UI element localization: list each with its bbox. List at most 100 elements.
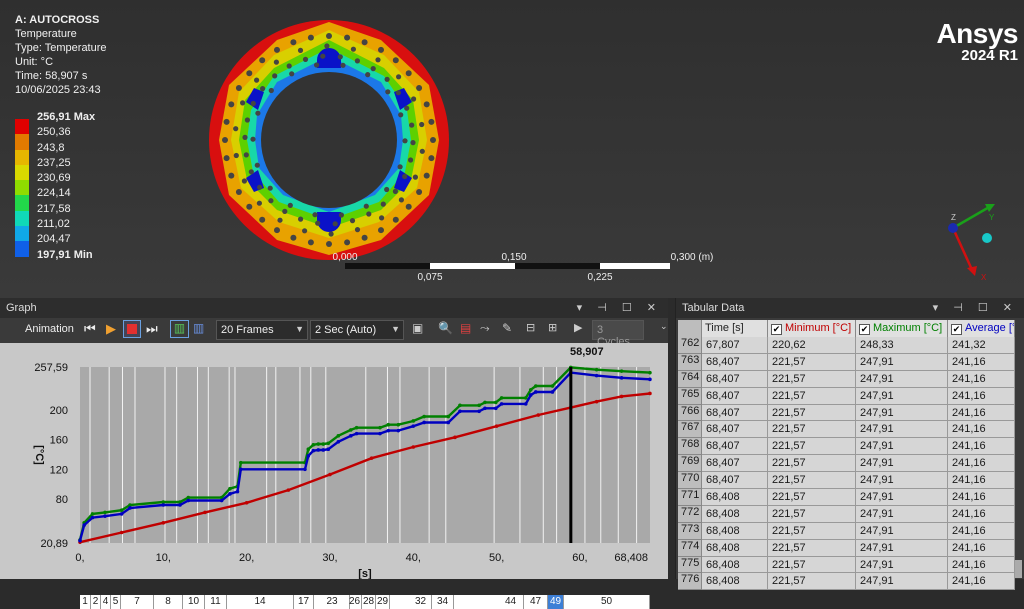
disc-hole (268, 198, 274, 204)
frame-cell[interactable]: 47 (524, 595, 548, 609)
disc-hole (402, 173, 408, 180)
frame-cell[interactable]: 34 (432, 595, 454, 609)
col-header-maximum[interactable]: ✔ Maximum [°C] (856, 320, 948, 337)
disc-hole (314, 62, 320, 68)
table-row[interactable]: 767 68,407 221,57 247,91 241,16 (678, 421, 1015, 439)
frame-cell[interactable]: 28 (362, 595, 376, 609)
tabular-data-table[interactable]: Time [s] ✔ Minimum [°C] ✔ Maximum [°C] ✔ Av… (678, 320, 1015, 591)
disc-hole (254, 77, 260, 83)
disc-hole (354, 227, 361, 233)
table-cell: 68,407 (702, 404, 768, 422)
frame-cell[interactable]: 10 (183, 595, 205, 609)
triad-y-label: Y (989, 213, 995, 222)
table-row[interactable]: 765 68,407 221,57 247,91 241,16 (678, 387, 1015, 405)
data-point-maximum (594, 367, 599, 372)
cycles-icon[interactable]: ▶︎ (574, 321, 582, 339)
data-point-average (119, 512, 124, 516)
table-row[interactable]: 770 68,407 221,57 247,91 241,16 (678, 472, 1015, 490)
table-row[interactable]: 776 68,408 221,57 247,91 241,16 (678, 573, 1015, 591)
frame-cell[interactable]: 7 (121, 595, 154, 609)
data-point-average (82, 523, 86, 527)
table-row[interactable]: 766 68,407 221,57 247,91 241,16 (678, 404, 1015, 422)
data-point-average (228, 492, 232, 496)
table-row[interactable]: 774 68,408 221,57 247,91 241,16 (678, 539, 1015, 557)
plot-area[interactable]: 20,89 80 120 160 200 257,59 0, 10, 20, 30, 40, 50, 6… (0, 343, 668, 609)
average-checkbox[interactable]: ✔ (951, 324, 962, 335)
table-cell: 68,407 (702, 421, 768, 439)
frame-cell[interactable]: 26 (348, 595, 362, 609)
frame-cell[interactable]: 49 (548, 595, 564, 609)
play-icon[interactable]: ▶ (106, 321, 116, 339)
toolbar-overflow-icon[interactable]: ⌄ (660, 321, 668, 339)
table-row[interactable]: 763 68,407 221,57 247,91 241,16 (678, 353, 1015, 371)
cycles-input[interactable]: 3 Cycles (592, 320, 644, 348)
frame-cell[interactable]: 11 (205, 595, 227, 609)
table-row[interactable]: 773 68,408 221,57 247,91 241,16 (678, 522, 1015, 540)
disc-hole (384, 76, 390, 82)
frame-cell[interactable]: 4 (101, 595, 111, 609)
frame-cell[interactable]: 17 (294, 595, 314, 609)
disc-hole (337, 54, 343, 60)
table-cell: 241,32 (948, 337, 1015, 354)
table-row[interactable]: 772 68,408 221,57 247,91 241,16 (678, 505, 1015, 523)
scrollbar-thumb[interactable] (1015, 560, 1022, 578)
tabular-panel-window-controls[interactable]: ▾ ⊣ ☐ ✕ (933, 298, 1018, 318)
frames-mode-icon[interactable]: ▥ (170, 320, 189, 338)
table-cell: 221,57 (768, 421, 856, 439)
col-header-minimum[interactable]: ✔ Minimum [°C] (768, 320, 856, 337)
deform-icon[interactable]: ⤳ (480, 321, 490, 339)
contour-icon[interactable]: ▤ (460, 321, 471, 339)
table-row[interactable]: 768 68,407 221,57 247,91 241,16 (678, 438, 1015, 456)
data-point-average (550, 390, 555, 394)
data-point-average (336, 439, 341, 444)
brake-disc-model[interactable]: 0,000 0,150 0,300 (m) 0,075 0,225 Y X Z (0, 0, 1024, 298)
table-row[interactable]: 762 67,807 220,62 248,33 241,32 (678, 337, 1015, 354)
table-row[interactable]: 769 68,407 221,57 247,91 241,16 (678, 455, 1015, 473)
col-header-time[interactable]: Time [s] (702, 320, 768, 337)
frame-strip[interactable]: 1 2 4 5 7 8 10 11 14 17 23 26 28 29 32 34 44 47 49 50 (80, 595, 650, 609)
skip-forward-icon[interactable]: ⏭ (146, 321, 158, 339)
frame-cell[interactable]: 5 (111, 595, 121, 609)
frame-cell[interactable]: 50 (564, 595, 650, 609)
disc-hole (375, 57, 381, 63)
vertical-scrollbar[interactable] (1015, 320, 1022, 578)
frame-cell[interactable]: 29 (376, 595, 390, 609)
data-point-average (78, 538, 82, 543)
frames-select[interactable]: 20 Frames ▼ (216, 320, 308, 340)
row-index: 771 (678, 489, 702, 506)
distributed-mode-icon[interactable]: ▥ (193, 321, 204, 339)
frame-cell[interactable]: 23 (315, 595, 350, 609)
frame-cell[interactable]: 14 (227, 595, 294, 609)
maximum-checkbox[interactable]: ✔ (859, 324, 870, 335)
frame-cell[interactable]: 44 (498, 595, 524, 609)
col-header-average[interactable]: ✔Average [°C] (948, 320, 1015, 337)
row-index: 773 (678, 522, 702, 540)
skip-back-icon[interactable]: ⏮ (84, 321, 96, 339)
scale-label-0: 0,000 (332, 252, 357, 263)
zoom-icon[interactable]: 🔍 (438, 321, 453, 339)
disc-hole (243, 152, 249, 158)
min-icon[interactable]: ⊟ (526, 321, 535, 339)
data-point-maximum (533, 384, 538, 388)
frame-cell[interactable]: 2 (91, 595, 101, 609)
table-cell: 241,16 (948, 573, 1015, 591)
table-row[interactable]: 775 68,408 221,57 247,91 241,16 (678, 556, 1015, 574)
data-point-average (311, 448, 316, 453)
table-row[interactable]: 764 68,407 221,57 247,91 241,16 (678, 370, 1015, 388)
duration-select[interactable]: 2 Sec (Auto) ▼ (310, 320, 404, 340)
stop-button[interactable] (123, 320, 141, 338)
3d-viewport[interactable]: A: AUTOCROSS Temperature Type: Temperatu… (0, 0, 1024, 298)
probe-icon[interactable]: ✎ (502, 321, 512, 339)
frame-cell[interactable]: 1 (80, 595, 91, 609)
data-point-average (458, 409, 462, 414)
row-index: 762 (678, 337, 702, 354)
minimum-checkbox[interactable]: ✔ (771, 324, 782, 335)
graph-panel-header[interactable]: Graph ▾ ⊣ ☐ ✕ (0, 298, 668, 318)
tabular-panel-header[interactable]: Tabular Data ▾ ⊣ ☐ ✕ (676, 298, 1024, 318)
frame-cell[interactable]: 32 (410, 595, 432, 609)
table-row[interactable]: 771 68,408 221,57 247,91 241,16 (678, 489, 1015, 506)
export-video-icon[interactable]: ▣ (412, 321, 423, 339)
frame-cell[interactable]: 8 (154, 595, 183, 609)
max-icon[interactable]: ⊞ (548, 321, 557, 339)
graph-panel-window-controls[interactable]: ▾ ⊣ ☐ ✕ (577, 298, 662, 318)
